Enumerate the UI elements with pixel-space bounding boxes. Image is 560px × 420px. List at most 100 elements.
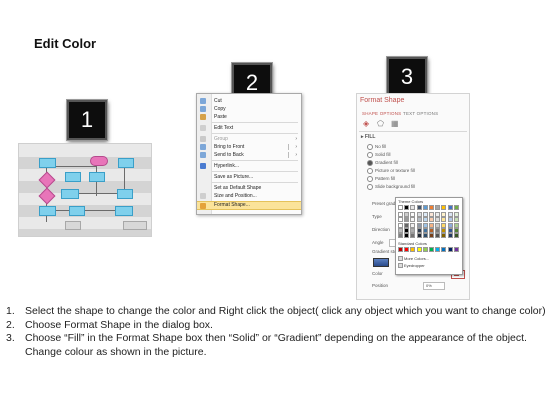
menu-item-bring-to-front[interactable]: Bring to Front › bbox=[197, 143, 301, 151]
menu-separator bbox=[212, 182, 298, 183]
color-swatch[interactable] bbox=[422, 233, 428, 238]
fill-section-header[interactable]: ▸ FILL bbox=[361, 134, 375, 140]
effects-icon[interactable]: ⬠ bbox=[377, 120, 385, 128]
color-swatch[interactable] bbox=[447, 233, 453, 238]
process-shape[interactable] bbox=[69, 206, 85, 216]
menu-item-label: Send to Back bbox=[214, 152, 244, 158]
color-swatch[interactable] bbox=[429, 233, 434, 238]
process-shape[interactable] bbox=[123, 221, 147, 230]
color-swatch[interactable] bbox=[447, 247, 453, 252]
color-swatch[interactable] bbox=[429, 205, 434, 210]
color-swatch[interactable] bbox=[404, 233, 410, 238]
color-swatch[interactable] bbox=[404, 205, 410, 210]
process-shape[interactable] bbox=[118, 158, 134, 168]
color-swatch[interactable] bbox=[416, 247, 422, 252]
position-value: 0% bbox=[426, 283, 432, 288]
color-palette-popup: Theme Colors Standard Colors More Colors… bbox=[395, 197, 463, 275]
menu-item-format-shape[interactable]: Format Shape... bbox=[197, 201, 301, 210]
position-input[interactable]: 0% bbox=[423, 282, 445, 290]
radio-icon bbox=[367, 168, 373, 174]
menu-item-copy[interactable]: Copy bbox=[197, 105, 301, 113]
process-shape[interactable] bbox=[117, 189, 133, 199]
step-text: Choose “Fill” in the Format Shape box th… bbox=[25, 332, 527, 358]
terminator-shape[interactable] bbox=[90, 156, 108, 166]
menu-item-save-as-picture[interactable]: Save as Picture... bbox=[197, 173, 301, 181]
color-swatch[interactable] bbox=[453, 233, 459, 238]
color-swatch[interactable] bbox=[416, 205, 422, 210]
option-label: Picture or texture fill bbox=[375, 168, 415, 174]
process-shape[interactable] bbox=[61, 189, 79, 199]
color-swatch[interactable] bbox=[410, 205, 416, 210]
option-label: Gradient fill bbox=[375, 160, 398, 166]
color-swatch[interactable] bbox=[410, 233, 416, 238]
submenu-arrow-icon[interactable]: › bbox=[295, 143, 297, 151]
menu-item-group[interactable]: Group › bbox=[197, 135, 301, 143]
color-swatch[interactable] bbox=[416, 233, 422, 238]
menu-item-cut[interactable]: Cut bbox=[197, 97, 301, 105]
edit-text-icon bbox=[200, 125, 206, 131]
radio-pattern-fill[interactable]: Pattern fill bbox=[367, 176, 395, 182]
color-swatch[interactable] bbox=[435, 205, 441, 210]
color-swatch[interactable] bbox=[441, 205, 447, 210]
color-swatch[interactable] bbox=[453, 205, 459, 210]
process-shape[interactable] bbox=[65, 172, 81, 182]
radio-gradient-fill[interactable]: Gradient fill bbox=[367, 160, 398, 166]
step-badge-3: 3 bbox=[387, 57, 427, 97]
color-swatch[interactable] bbox=[422, 247, 428, 252]
menu-item-hyperlink[interactable]: Hyperlink... bbox=[197, 162, 301, 170]
menu-item-label: Set as Default Shape bbox=[214, 185, 262, 191]
color-swatch[interactable] bbox=[398, 205, 403, 210]
submenu-arrow-icon: › bbox=[295, 136, 297, 142]
radio-icon bbox=[367, 184, 373, 190]
size-properties-icon[interactable]: ▦ bbox=[391, 120, 399, 128]
process-shape[interactable] bbox=[65, 221, 81, 230]
menu-separator bbox=[212, 133, 298, 134]
process-shape[interactable] bbox=[39, 206, 56, 216]
menu-item-edit-text[interactable]: Edit Text bbox=[197, 124, 301, 132]
pane-icon-row: ◈ ⬠ ▦ bbox=[363, 120, 413, 130]
process-shape[interactable] bbox=[115, 206, 133, 216]
more-colors-label: More Colors... bbox=[404, 256, 430, 261]
color-swatch[interactable] bbox=[441, 233, 447, 238]
fill-line-icon[interactable]: ◈ bbox=[363, 120, 371, 128]
color-swatch[interactable] bbox=[435, 233, 441, 238]
send-to-back-icon bbox=[200, 152, 206, 158]
menu-item-paste[interactable]: Paste bbox=[197, 113, 301, 121]
menu-item-set-default-shape[interactable]: Set as Default Shape bbox=[197, 184, 301, 192]
radio-picture-fill[interactable]: Picture or texture fill bbox=[367, 168, 415, 174]
color-swatch[interactable] bbox=[422, 205, 428, 210]
color-swatch[interactable] bbox=[453, 247, 459, 252]
standard-color-row bbox=[398, 247, 460, 253]
color-swatch[interactable] bbox=[441, 247, 447, 252]
paste-icon bbox=[200, 114, 206, 120]
option-label: Slide background fill bbox=[375, 184, 416, 190]
menu-item-send-to-back[interactable]: Send to Back › bbox=[197, 151, 301, 159]
submenu-arrow-icon[interactable]: › bbox=[295, 151, 297, 159]
tab-shape-options[interactable]: SHAPE OPTIONS bbox=[362, 111, 401, 116]
color-swatch[interactable] bbox=[410, 247, 416, 252]
color-swatch[interactable] bbox=[447, 205, 453, 210]
flowchart-thumbnail bbox=[18, 143, 152, 237]
color-swatch[interactable] bbox=[398, 233, 403, 238]
color-swatch[interactable] bbox=[435, 247, 441, 252]
radio-icon bbox=[367, 176, 373, 182]
color-swatch[interactable] bbox=[404, 247, 410, 252]
page-title: Edit Color bbox=[34, 36, 97, 51]
eyedropper-icon bbox=[398, 263, 403, 269]
color-swatch[interactable] bbox=[398, 247, 403, 252]
radio-slide-background-fill[interactable]: Slide background fill bbox=[367, 184, 415, 190]
menu-item-size-and-position[interactable]: Size and Position... bbox=[197, 192, 301, 200]
radio-solid-fill[interactable]: Solid fill bbox=[367, 152, 391, 158]
process-shape[interactable] bbox=[89, 172, 105, 182]
gradient-stops-bar[interactable] bbox=[373, 258, 389, 267]
hyperlink-icon bbox=[200, 163, 206, 169]
tab-text-options[interactable]: TEXT OPTIONS bbox=[403, 111, 438, 116]
eyedropper-option[interactable]: Eyedropper bbox=[398, 263, 425, 269]
menu-separator bbox=[212, 171, 298, 172]
more-colors-option[interactable]: More Colors... bbox=[398, 256, 430, 262]
instruction-step: 1. Select the shape to change the color … bbox=[6, 305, 556, 319]
menu-item-label: Hyperlink... bbox=[214, 163, 240, 169]
radio-no-fill[interactable]: No fill bbox=[367, 144, 386, 150]
color-swatch[interactable] bbox=[429, 247, 434, 252]
process-shape[interactable] bbox=[39, 158, 56, 168]
